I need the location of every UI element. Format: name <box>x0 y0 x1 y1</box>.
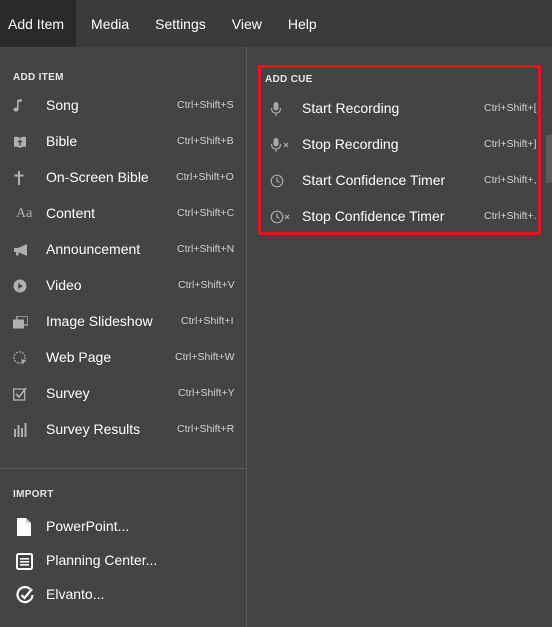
add-item-section-title: ADD ITEM <box>13 72 64 83</box>
planning-center-label: Planning Center... <box>46 552 158 568</box>
microphone-off-icon <box>270 135 294 155</box>
menu-settings[interactable]: Settings <box>142 0 219 47</box>
add-survey-item[interactable]: Survey Ctrl+Shift+Y <box>0 376 246 412</box>
image-slideshow-label: Image Slideshow <box>46 313 153 329</box>
web-page-label: Web Page <box>46 349 112 365</box>
video-label: Video <box>46 277 82 293</box>
checkbox-icon <box>13 384 35 404</box>
stop-recording-label: Stop Recording <box>302 136 399 152</box>
stop-confidence-timer-label: Stop Confidence Timer <box>302 208 445 224</box>
section-divider <box>0 468 246 469</box>
start-recording-cue[interactable]: Start Recording Ctrl+Shift+[ <box>250 91 540 127</box>
stop-recording-shortcut: Ctrl+Shift+] <box>484 138 537 150</box>
content-shortcut: Ctrl+Shift+C <box>177 207 235 219</box>
elvanto-icon <box>16 585 38 605</box>
song-label: Song <box>46 97 79 113</box>
survey-results-label: Survey Results <box>46 421 141 437</box>
clock-off-icon <box>270 207 294 227</box>
import-elvanto-item[interactable]: Elvanto... <box>0 577 246 613</box>
on-screen-bible-label: On-Screen Bible <box>46 169 149 185</box>
stop-confidence-timer-cue[interactable]: Stop Confidence Timer Ctrl+Shift+. <box>250 199 540 235</box>
list-document-icon <box>16 551 38 571</box>
start-confidence-timer-label: Start Confidence Timer <box>302 172 446 188</box>
menu-help[interactable]: Help <box>275 0 330 47</box>
globe-cursor-icon <box>13 348 35 368</box>
image-slideshow-shortcut: Ctrl+Shift+I <box>181 315 234 327</box>
import-planning-center-item[interactable]: Planning Center... <box>0 543 246 579</box>
menu-view[interactable]: View <box>219 0 275 47</box>
stop-confidence-timer-shortcut: Ctrl+Shift+. <box>484 210 537 222</box>
text-aa-icon: Aa <box>16 206 33 221</box>
microphone-icon <box>270 99 294 119</box>
survey-label: Survey <box>46 385 90 401</box>
image-stack-icon <box>13 312 35 332</box>
song-shortcut: Ctrl+Shift+S <box>177 99 234 111</box>
content-label: Content <box>46 205 96 221</box>
play-circle-icon <box>13 276 35 296</box>
menu-add-item[interactable]: Add Item <box>0 0 77 47</box>
add-web-page-item[interactable]: Web Page Ctrl+Shift+W <box>0 340 246 376</box>
bible-label: Bible <box>46 133 78 149</box>
start-recording-shortcut: Ctrl+Shift+[ <box>484 102 537 114</box>
start-confidence-timer-shortcut: Ctrl+Shift+, <box>484 174 537 186</box>
powerpoint-label: PowerPoint... <box>46 518 130 534</box>
add-survey-results-item[interactable]: Survey Results Ctrl+Shift+R <box>0 412 246 448</box>
add-on-screen-bible-item[interactable]: On-Screen Bible Ctrl+Shift+O <box>0 160 246 196</box>
menu-media[interactable]: Media <box>78 0 142 47</box>
add-image-slideshow-item[interactable]: Image Slideshow Ctrl+Shift+I <box>0 304 246 340</box>
bible-shortcut: Ctrl+Shift+B <box>177 135 234 147</box>
clock-icon <box>270 171 294 191</box>
video-shortcut: Ctrl+Shift+V <box>178 279 235 291</box>
cross-icon <box>13 168 35 188</box>
scroll-edge <box>546 135 552 183</box>
on-screen-bible-shortcut: Ctrl+Shift+O <box>176 171 234 183</box>
add-song-item[interactable]: Song Ctrl+Shift+S <box>0 88 246 124</box>
add-video-item[interactable]: Video Ctrl+Shift+V <box>0 268 246 304</box>
add-cue-highlight-box: ADD CUE Start Recording Ctrl+Shift+[ Sto… <box>258 65 541 235</box>
import-powerpoint-item[interactable]: PowerPoint... <box>0 509 246 545</box>
survey-results-shortcut: Ctrl+Shift+R <box>177 423 235 435</box>
file-icon <box>17 517 39 537</box>
import-section-title: IMPORT <box>13 489 54 500</box>
megaphone-icon <box>13 240 35 260</box>
stop-recording-cue[interactable]: Stop Recording Ctrl+Shift+] <box>250 127 540 163</box>
survey-shortcut: Ctrl+Shift+Y <box>178 387 235 399</box>
bar-chart-icon <box>13 420 35 440</box>
menu-bar: Add Item Media Settings View Help <box>0 0 552 47</box>
announcement-shortcut: Ctrl+Shift+N <box>177 243 235 255</box>
music-note-icon <box>13 96 35 116</box>
web-page-shortcut: Ctrl+Shift+W <box>175 351 235 363</box>
start-confidence-timer-cue[interactable]: Start Confidence Timer Ctrl+Shift+, <box>250 163 540 199</box>
add-bible-item[interactable]: Bible Ctrl+Shift+B <box>0 124 246 160</box>
add-content-item[interactable]: Aa Content Ctrl+Shift+C <box>0 196 246 232</box>
start-recording-label: Start Recording <box>302 100 400 116</box>
announcement-label: Announcement <box>46 241 141 257</box>
add-cue-section-title: ADD CUE <box>265 74 313 85</box>
bible-icon <box>13 132 35 152</box>
add-announcement-item[interactable]: Announcement Ctrl+Shift+N <box>0 232 246 268</box>
elvanto-label: Elvanto... <box>46 586 105 602</box>
